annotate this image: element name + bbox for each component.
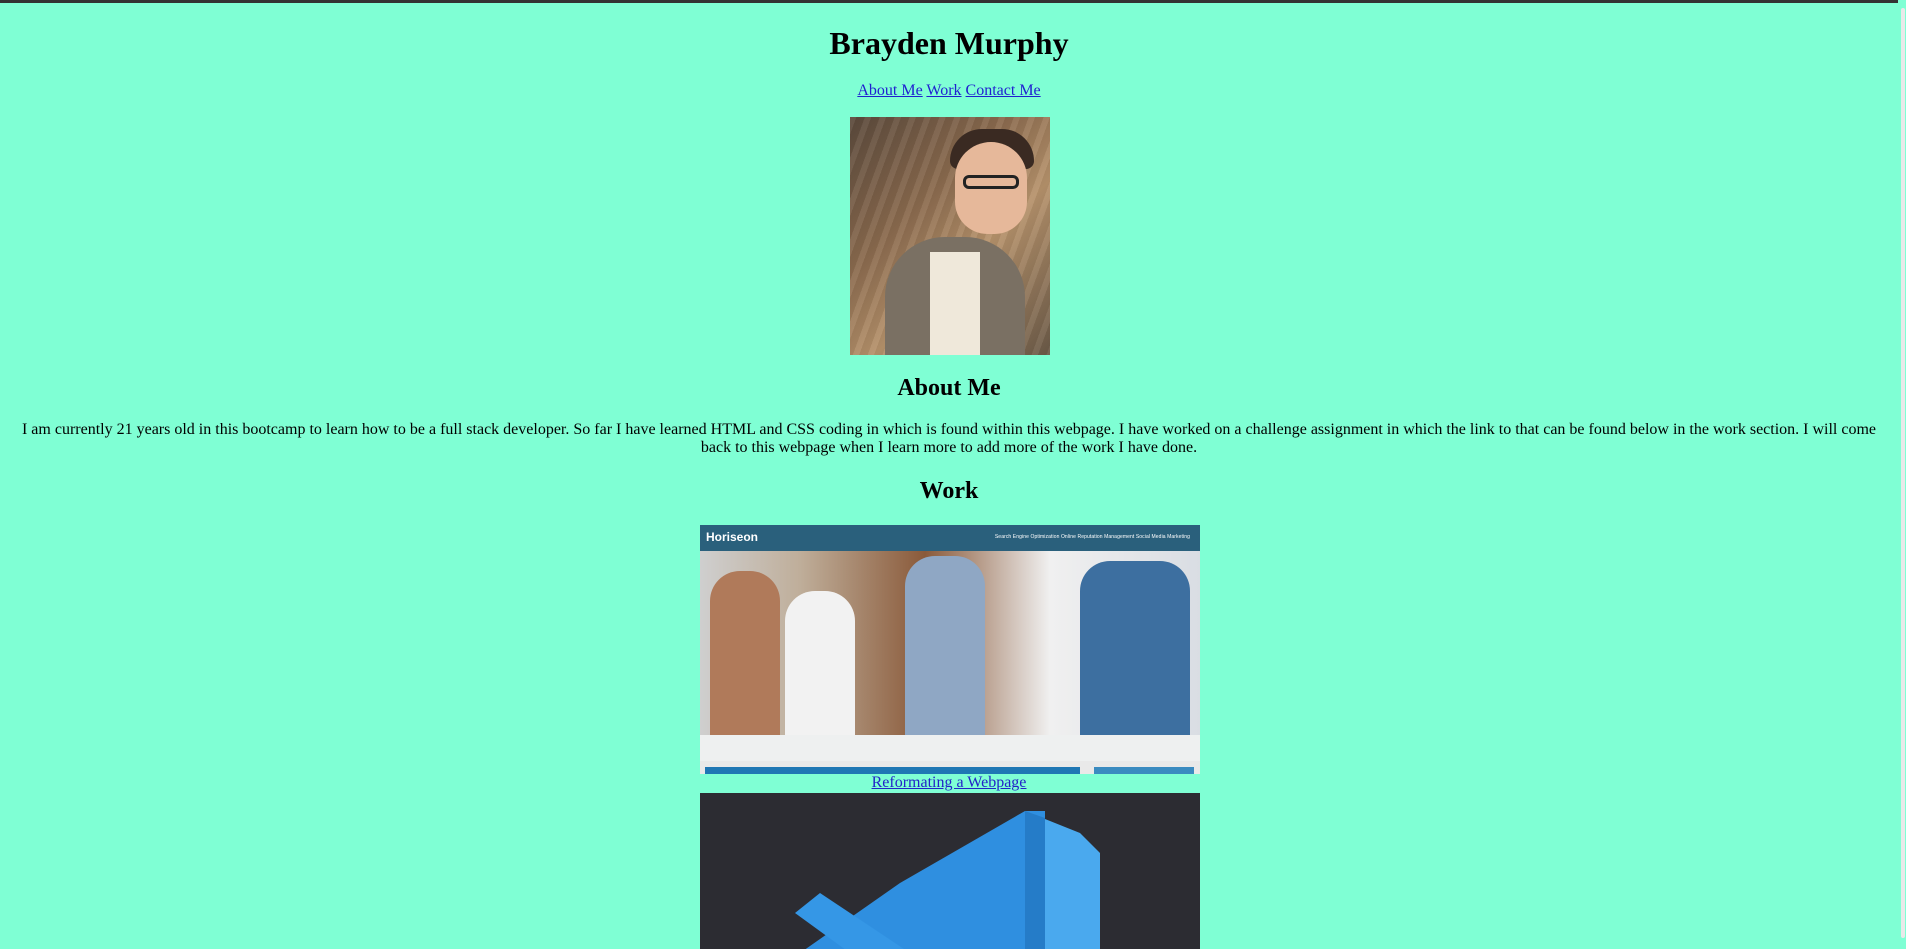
work-link-container: Reformating a Webpage [0,773,1898,793]
page-scrollbar[interactable] [1898,0,1906,949]
portfolio-page: Brayden Murphy About Me Work Contact Me … [0,0,1898,949]
nav-link-contact-me[interactable]: Contact Me [966,82,1041,99]
project-screenshot-vscode[interactable] [700,793,1200,949]
horiseon-brand: Horiseon [706,530,759,544]
vscode-logo-icon [795,811,1100,949]
project-screenshot-horiseon[interactable]: Horiseon Search Engine Optimization Onli… [700,525,1200,774]
work-heading: Work [919,478,979,504]
profile-photo [850,117,1050,355]
project-link-reformating-webpage[interactable]: Reformating a Webpage [872,774,1027,791]
main-nav: About Me Work Contact Me [0,81,1898,101]
about-paragraph: I am currently 21 years old in this boot… [21,421,1877,456]
about-heading: About Me [897,375,1001,401]
team-meeting-photo [700,551,1200,761]
nav-link-about-me[interactable]: About Me [857,82,922,99]
nav-link-work[interactable]: Work [926,82,961,99]
page-title: Brayden Murphy [829,25,1069,61]
horiseon-header: Horiseon Search Engine Optimization Onli… [700,525,1200,551]
horiseon-menu: Search Engine Optimization Online Reputa… [994,534,1190,540]
scrollbar-thumb[interactable] [1901,8,1905,938]
